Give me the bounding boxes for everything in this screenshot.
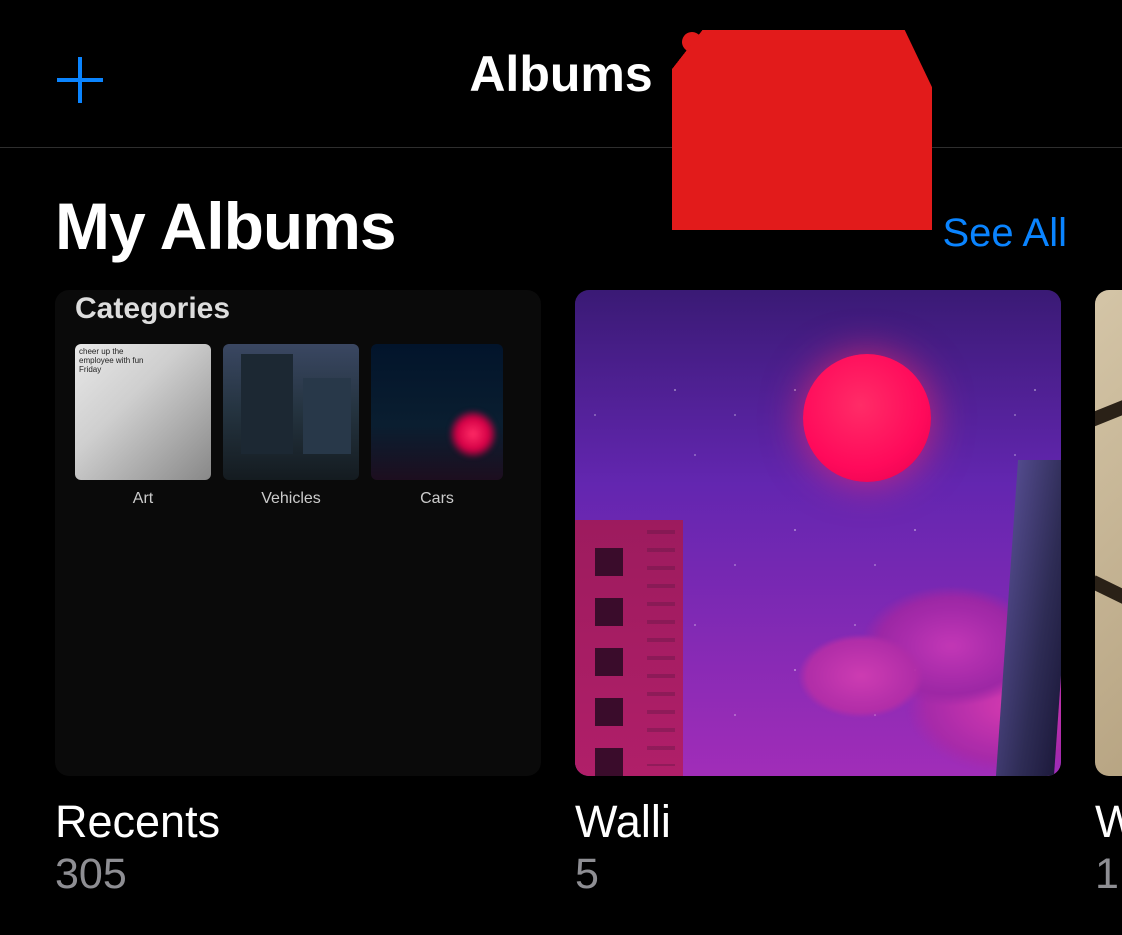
page-title: Albums [55,45,1067,103]
album-name: Recents [55,796,541,848]
album-walli[interactable]: Walli 5 [575,290,1061,899]
album-name: W [1095,796,1122,848]
category-thumb [371,344,503,480]
category-cars: Cars [371,344,503,508]
category-label: Art [133,490,153,508]
section-title: My Albums [55,188,396,264]
album-name: Walli [575,796,1061,848]
album-thumbnail[interactable] [1095,290,1122,776]
categories-row: Art Vehicles Cars [75,344,521,508]
category-art: Art [75,344,211,508]
category-label: Cars [420,490,454,508]
nav-bar: Albums [0,0,1122,148]
peek-cover [1095,290,1122,776]
album-recents[interactable]: Categories Art Vehicles Cars [55,290,541,899]
album-count: 1 [1095,850,1122,899]
category-thumb [223,344,359,480]
category-thumb [75,344,211,480]
category-label: Vehicles [261,490,321,508]
sun-decor [803,354,931,482]
album-count: 305 [55,850,541,899]
albums-row[interactable]: Categories Art Vehicles Cars [0,282,1122,899]
recents-cover: Categories Art Vehicles Cars [55,290,541,776]
walli-cover [575,290,1061,776]
see-all-link[interactable]: See All [942,211,1067,256]
category-vehicles: Vehicles [223,344,359,508]
add-button[interactable] [50,50,110,110]
section-header: My Albums See All [0,148,1122,282]
album-thumbnail[interactable] [575,290,1061,776]
building-left [575,520,683,776]
album-count: 5 [575,850,1061,899]
album-peek[interactable]: W 1 [1095,290,1122,899]
album-thumbnail[interactable]: Categories Art Vehicles Cars [55,290,541,776]
plus-icon [55,55,105,105]
categories-label: Categories [75,292,521,326]
